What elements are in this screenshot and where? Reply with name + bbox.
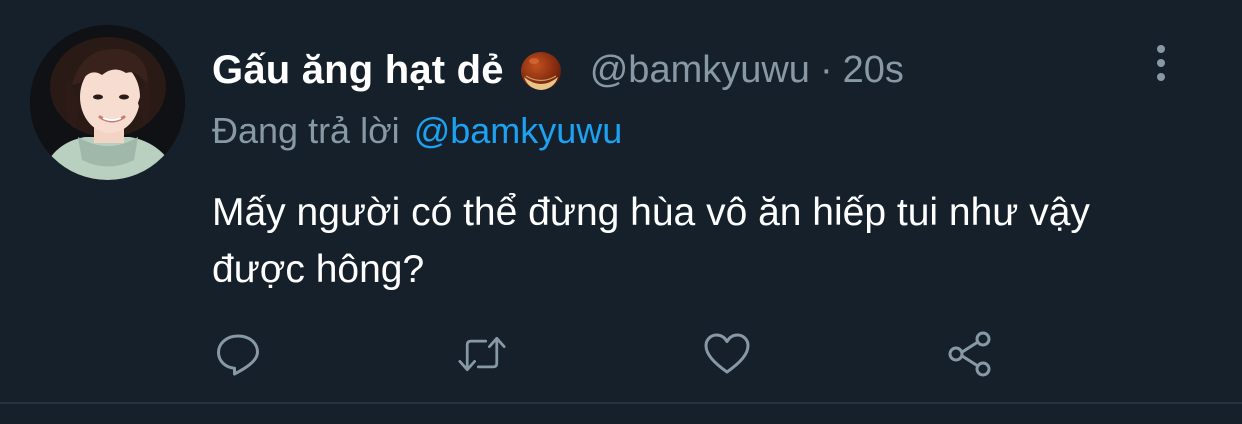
replying-to: Đang trả lời @bamkyuwu: [212, 110, 622, 152]
like-button[interactable]: [703, 330, 751, 378]
retweet-button[interactable]: [458, 330, 506, 378]
more-options-icon[interactable]: [1150, 42, 1172, 86]
tweet[interactable]: Gấu ăng hạt dẻ @bamkyuwu · 20s Đang trả …: [0, 0, 1242, 424]
divider: [0, 402, 1242, 404]
reply-icon: [217, 334, 259, 376]
avatar[interactable]: [30, 25, 185, 180]
reply-mention-link[interactable]: @bamkyuwu: [414, 110, 623, 151]
user-handle[interactable]: @bamkyuwu: [590, 49, 810, 92]
reply-prefix: Đang trả lời: [212, 110, 400, 151]
share-icon: [948, 331, 991, 377]
like-icon: [704, 333, 750, 374]
separator-dot: ·: [819, 48, 833, 91]
action-bar: [0, 330, 1242, 380]
tweet-text: Mấy người có thể đừng hùa vô ăn hiếp tui…: [212, 191, 1090, 291]
tweet-header: Gấu ăng hạt dẻ @bamkyuwu · 20s: [212, 40, 904, 100]
share-button[interactable]: [946, 330, 994, 378]
display-name[interactable]: Gấu ăng hạt dẻ: [212, 48, 504, 93]
retweet-icon: [458, 336, 506, 372]
avatar-image: [30, 25, 185, 180]
timestamp[interactable]: 20s: [843, 49, 904, 92]
reply-button[interactable]: [214, 330, 262, 378]
chestnut-icon: [518, 47, 564, 93]
